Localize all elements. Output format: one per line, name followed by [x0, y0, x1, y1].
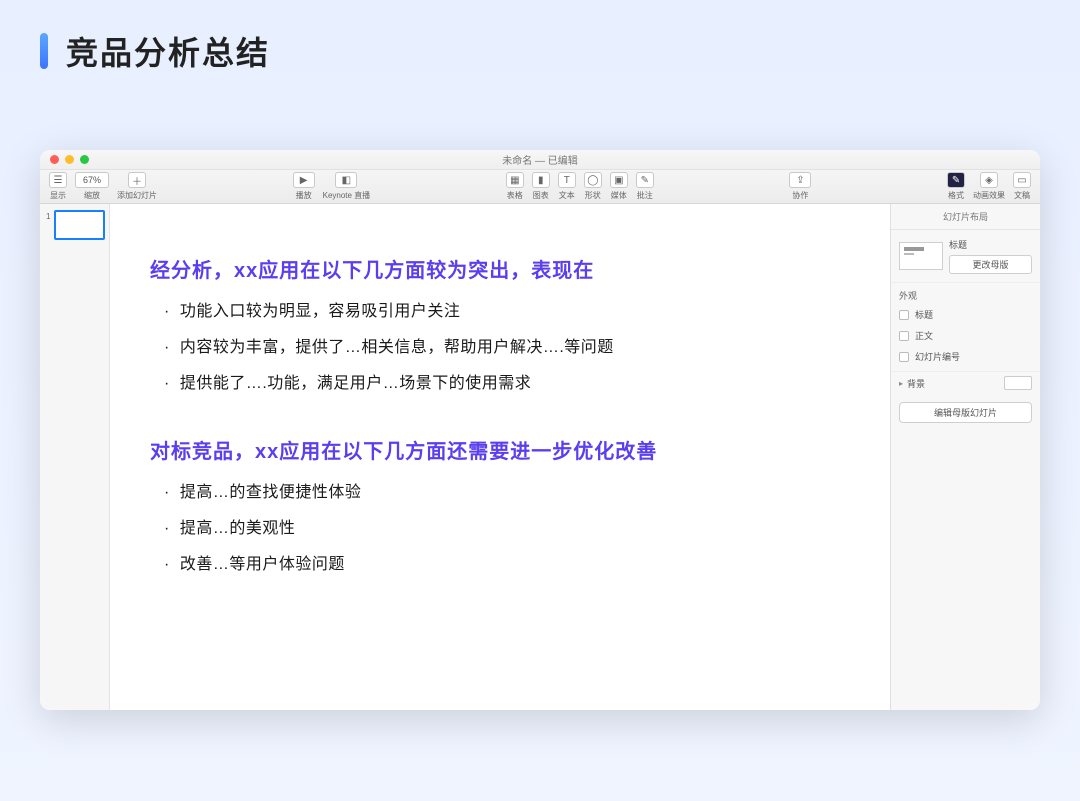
checkbox-icon [899, 352, 909, 362]
format-tab-button[interactable]: ✎ 格式 [944, 172, 968, 201]
checkbox-body[interactable]: 正文 [891, 325, 1040, 346]
slide-bullet[interactable]: 提供能了….功能，满足用户…场景下的使用需求 [164, 369, 850, 393]
play-button[interactable]: ▶ 播放 [290, 172, 318, 201]
slide-bullet[interactable]: 改善…等用户体验问题 [164, 550, 850, 574]
slide-number: 1 [46, 212, 50, 221]
slide-canvas[interactable]: 经分析，xx应用在以下几方面较为突出，表现在 功能入口较为明显，容易吸引用户关注… [110, 204, 890, 710]
collaborate-button[interactable]: ⇪ 协作 [786, 172, 814, 201]
master-thumbnail[interactable] [899, 242, 943, 270]
chart-button[interactable]: ▮ 图表 [529, 172, 553, 201]
window-title: 未命名 — 已编辑 [40, 152, 1040, 167]
zoom-select[interactable]: 67% 缩放 [72, 172, 112, 201]
view-button[interactable]: ☰ 显示 [46, 172, 70, 201]
background-color-swatch[interactable] [1004, 376, 1032, 390]
inspector-section-layout: 幻灯片布局 [891, 204, 1040, 230]
checkbox-title[interactable]: 标题 [891, 304, 1040, 325]
shape-button[interactable]: ◯ 形状 [581, 172, 605, 201]
slide-navigator[interactable]: 1 [40, 204, 110, 710]
checkbox-slidenum[interactable]: 幻灯片编号 [891, 346, 1040, 367]
change-master-button[interactable]: 更改母版 [949, 255, 1032, 274]
appearance-heading: 外观 [891, 282, 1040, 304]
keynote-live-button[interactable]: ◧ Keynote 直播 [320, 172, 374, 201]
layout-name: 标题 [949, 238, 1032, 251]
slide-bullet[interactable]: 提高…的美观性 [164, 514, 850, 538]
checkbox-icon [899, 331, 909, 341]
edit-master-button[interactable]: 编辑母版幻灯片 [899, 402, 1032, 423]
page-title: 竞品分析总结 [66, 28, 270, 74]
inspector-panel: 幻灯片布局 标题 更改母版 外观 标题 正文 幻灯片编号 [890, 204, 1040, 710]
add-slide-button[interactable]: ＋ 添加幻灯片 [114, 172, 160, 201]
slide-heading-2[interactable]: 对标竞品，xx应用在以下几方面还需要进一步优化改善 [150, 435, 850, 464]
header-accent-bar [40, 33, 48, 69]
slide-bullet[interactable]: 内容较为丰富，提供了…相关信息，帮助用户解决….等问题 [164, 333, 850, 357]
text-button[interactable]: T 文本 [555, 172, 579, 201]
checkbox-icon [899, 310, 909, 320]
document-tab-button[interactable]: ▭ 文稿 [1010, 172, 1034, 201]
comment-button[interactable]: ✎ 批注 [633, 172, 657, 201]
media-button[interactable]: ▣ 媒体 [607, 172, 631, 201]
animate-tab-button[interactable]: ◈ 动画效果 [970, 172, 1008, 201]
slide-thumbnail-1[interactable]: 1 [54, 210, 105, 240]
slide-heading-1[interactable]: 经分析，xx应用在以下几方面较为突出，表现在 [150, 254, 850, 283]
slide-bullet[interactable]: 功能入口较为明显，容易吸引用户关注 [164, 297, 850, 321]
slide-canvas-area: 经分析，xx应用在以下几方面较为突出，表现在 功能入口较为明显，容易吸引用户关注… [110, 204, 890, 710]
background-row[interactable]: 背景 [891, 371, 1040, 394]
table-button[interactable]: ▦ 表格 [503, 172, 527, 201]
toolbar: ☰ 显示 67% 缩放 ＋ 添加幻灯片 ▶ 播放 ◧ Keynote 直播 [40, 170, 1040, 204]
window-titlebar: 未命名 — 已编辑 [40, 150, 1040, 170]
keynote-window: 未命名 — 已编辑 ☰ 显示 67% 缩放 ＋ 添加幻灯片 ▶ 播放 [40, 150, 1040, 710]
slide-bullet[interactable]: 提高…的查找便捷性体验 [164, 478, 850, 502]
